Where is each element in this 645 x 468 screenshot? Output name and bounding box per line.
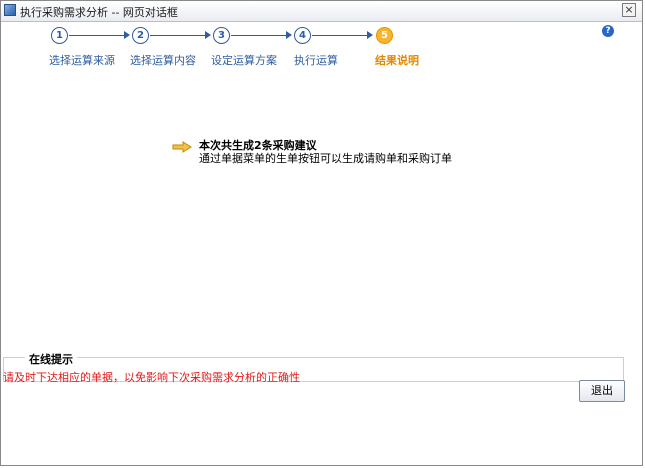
step-2-number-icon: 2 [132,27,149,44]
step-connector [231,35,287,36]
exit-button[interactable]: 退出 [579,380,625,402]
step-5-number-icon: 5 [376,27,393,44]
wizard-steps: 1 选择运算来源 2 选择运算内容 3 设定运算方案 4 执行运算 5 结果说明 [1,27,642,67]
arrow-right-icon [286,31,292,39]
arrow-right-icon [172,141,192,153]
step-connector [312,35,368,36]
step-connector [150,35,206,36]
step-4-number-icon: 4 [294,27,311,44]
step-1-label: 选择运算来源 [49,54,115,67]
arrow-right-icon [205,31,211,39]
result-description: 通过单据菜单的生单按钮可以生成请购单和采购订单 [199,152,452,165]
step-1-number-icon: 1 [51,27,68,44]
online-tips-title: 在线提示 [25,351,77,367]
step-3-number-icon: 3 [213,27,230,44]
step-2-label: 选择运算内容 [130,54,196,67]
close-button[interactable]: × [622,3,636,17]
online-tips-text: 请及时下达相应的单据，以免影响下次采购需求分析的正确性 [3,371,300,384]
app-icon [4,4,16,16]
step-connector [69,35,125,36]
arrow-right-icon [124,31,130,39]
step-4-label: 执行运算 [294,54,338,67]
dialog-window: 执行采购需求分析 -- 网页对话框 × ? 1 选择运算来源 2 选择运算内容 … [0,0,643,466]
title-bar: 执行采购需求分析 -- 网页对话框 × [1,1,642,22]
step-3-label: 设定运算方案 [211,54,277,67]
step-5-label: 结果说明 [375,54,419,67]
arrow-right-icon [367,31,373,39]
window-title: 执行采购需求分析 -- 网页对话框 [20,6,178,19]
